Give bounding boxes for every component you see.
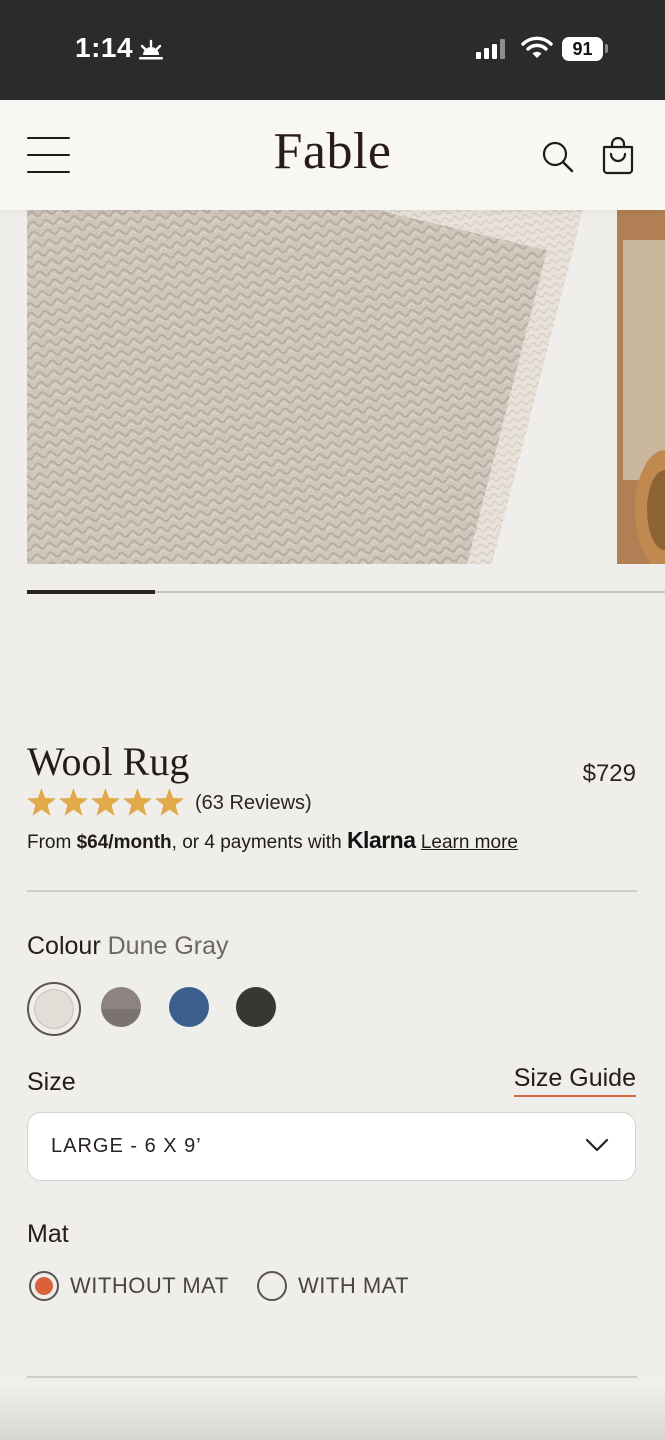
colour-swatch-dune-gray[interactable] — [34, 989, 74, 1029]
mat-label: Mat — [27, 1220, 69, 1248]
bottom-fade — [0, 1382, 665, 1440]
colour-selected-value: Dune Gray — [107, 932, 229, 960]
gallery-progress-indicator — [27, 590, 155, 594]
size-select[interactable]: LARGE - 6 X 9’ — [27, 1112, 636, 1181]
product-title: Wool Rug — [27, 739, 190, 784]
financing-middle: , or 4 payments with — [171, 832, 347, 853]
colour-swatch-blue[interactable] — [169, 987, 209, 1027]
size-label: Size — [27, 1068, 76, 1096]
next-product-image[interactable] — [617, 210, 665, 564]
financing-info: From $64/month, or 4 payments with Klarn… — [27, 827, 518, 854]
product-image[interactable] — [27, 210, 602, 564]
product-price: $729 — [582, 760, 636, 787]
klarna-logo: Klarna — [346, 827, 416, 853]
size-guide-link[interactable]: Size Guide — [513, 1064, 636, 1097]
status-time: 1:14 — [75, 32, 134, 63]
learn-more-link[interactable]: Learn more — [421, 832, 518, 853]
chevron-down-icon — [585, 1138, 609, 1152]
radio-label-with-mat[interactable]: WITH MAT — [298, 1273, 409, 1299]
star-icon — [123, 788, 152, 816]
radio-with-mat[interactable] — [257, 1271, 287, 1301]
search-icon[interactable] — [541, 140, 575, 174]
star-icon — [27, 788, 56, 816]
battery-tip — [605, 44, 608, 53]
reviews-count-link[interactable]: (63 Reviews) — [195, 792, 312, 815]
colour-swatch-taupe[interactable] — [101, 987, 141, 1027]
radio-selected-dot — [35, 1277, 53, 1295]
star-icon — [59, 788, 88, 816]
colour-swatch-charcoal[interactable] — [236, 987, 276, 1027]
colour-label: Colour Dune Gray — [27, 932, 229, 961]
size-selected-value: LARGE - 6 X 9’ — [51, 1135, 202, 1157]
cellular-signal-icon — [476, 39, 505, 59]
financing-amount: $64/month — [76, 832, 172, 853]
divider — [27, 1376, 637, 1378]
star-icon — [155, 788, 184, 816]
colour-heading: Colour — [27, 932, 101, 960]
star-icon — [91, 788, 120, 816]
radio-without-mat[interactable] — [29, 1271, 59, 1301]
battery-indicator: 91 — [562, 37, 603, 61]
wifi-icon — [521, 36, 553, 58]
financing-prefix: From — [27, 832, 77, 853]
rating-stars[interactable] — [27, 788, 184, 816]
shopping-bag-icon[interactable] — [600, 137, 636, 175]
radio-label-without-mat[interactable]: WITHOUT MAT — [70, 1273, 229, 1299]
status-bar: 1:14 91 — [0, 0, 665, 100]
divider — [27, 890, 637, 892]
sunrise-icon — [139, 39, 163, 60]
